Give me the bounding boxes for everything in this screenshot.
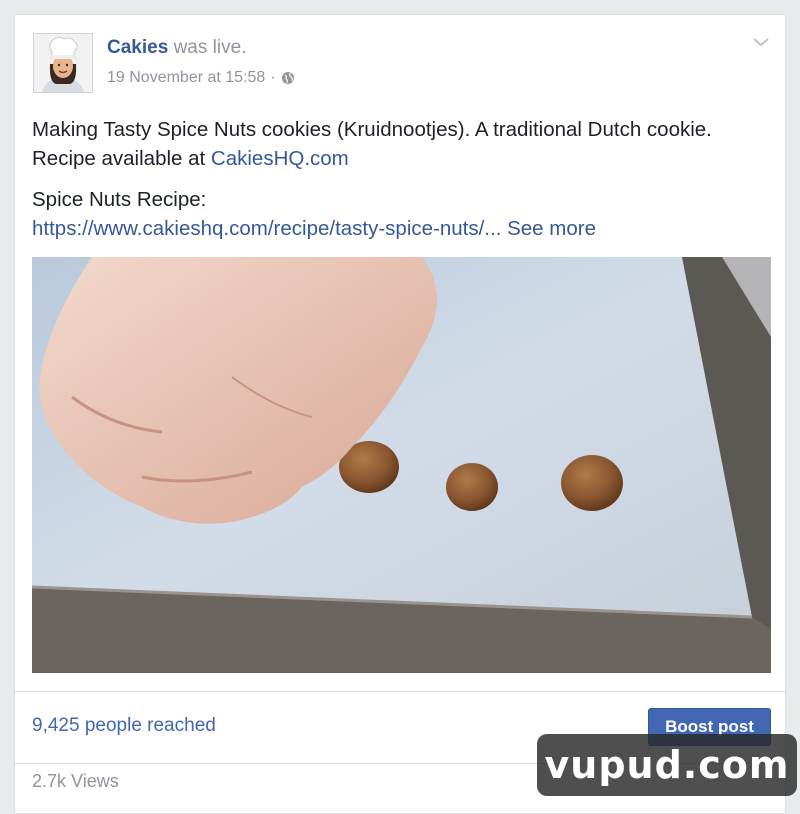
video-player[interactable] xyxy=(32,257,771,673)
globe-icon[interactable] xyxy=(281,71,295,85)
recipe-heading: Spice Nuts Recipe: xyxy=(32,188,207,211)
footer-divider xyxy=(15,691,785,692)
meta-separator: · xyxy=(270,69,276,86)
watermark-logo: vupud.com xyxy=(537,734,797,796)
post-meta: 19 November at 15:58 · xyxy=(107,69,295,87)
video-frame-image xyxy=(32,257,771,673)
post-text-recipe: Spice Nuts Recipe: https://www.cakieshq.… xyxy=(32,185,772,243)
recipe-prefix: Recipe available at xyxy=(32,147,211,170)
post-card: Cakies was live. 19 November at 15:58 · … xyxy=(14,14,786,814)
chevron-down-icon[interactable] xyxy=(751,35,771,49)
page-avatar[interactable] xyxy=(33,33,93,93)
post-timestamp[interactable]: 19 November at 15:58 xyxy=(107,69,265,87)
people-reached-link[interactable]: 9,425 people reached xyxy=(32,715,216,737)
post-header: Cakies was live. xyxy=(107,37,246,59)
post-description: Making Tasty Spice Nuts cookies (Kruidno… xyxy=(32,118,712,141)
recipe-url-link[interactable]: https://www.cakieshq.com/recipe/tasty-sp… xyxy=(32,217,501,240)
cakieshq-link[interactable]: CakiesHQ.com xyxy=(211,147,349,170)
page-name-link[interactable]: Cakies xyxy=(107,37,168,58)
post-body: Making Tasty Spice Nuts cookies (Kruidno… xyxy=(32,115,772,243)
views-count: 2.7k Views xyxy=(32,771,119,791)
post-text-line-1: Making Tasty Spice Nuts cookies (Kruidno… xyxy=(32,115,772,173)
post-action-text: was live. xyxy=(173,37,247,58)
see-more-link[interactable]: See more xyxy=(507,217,596,240)
